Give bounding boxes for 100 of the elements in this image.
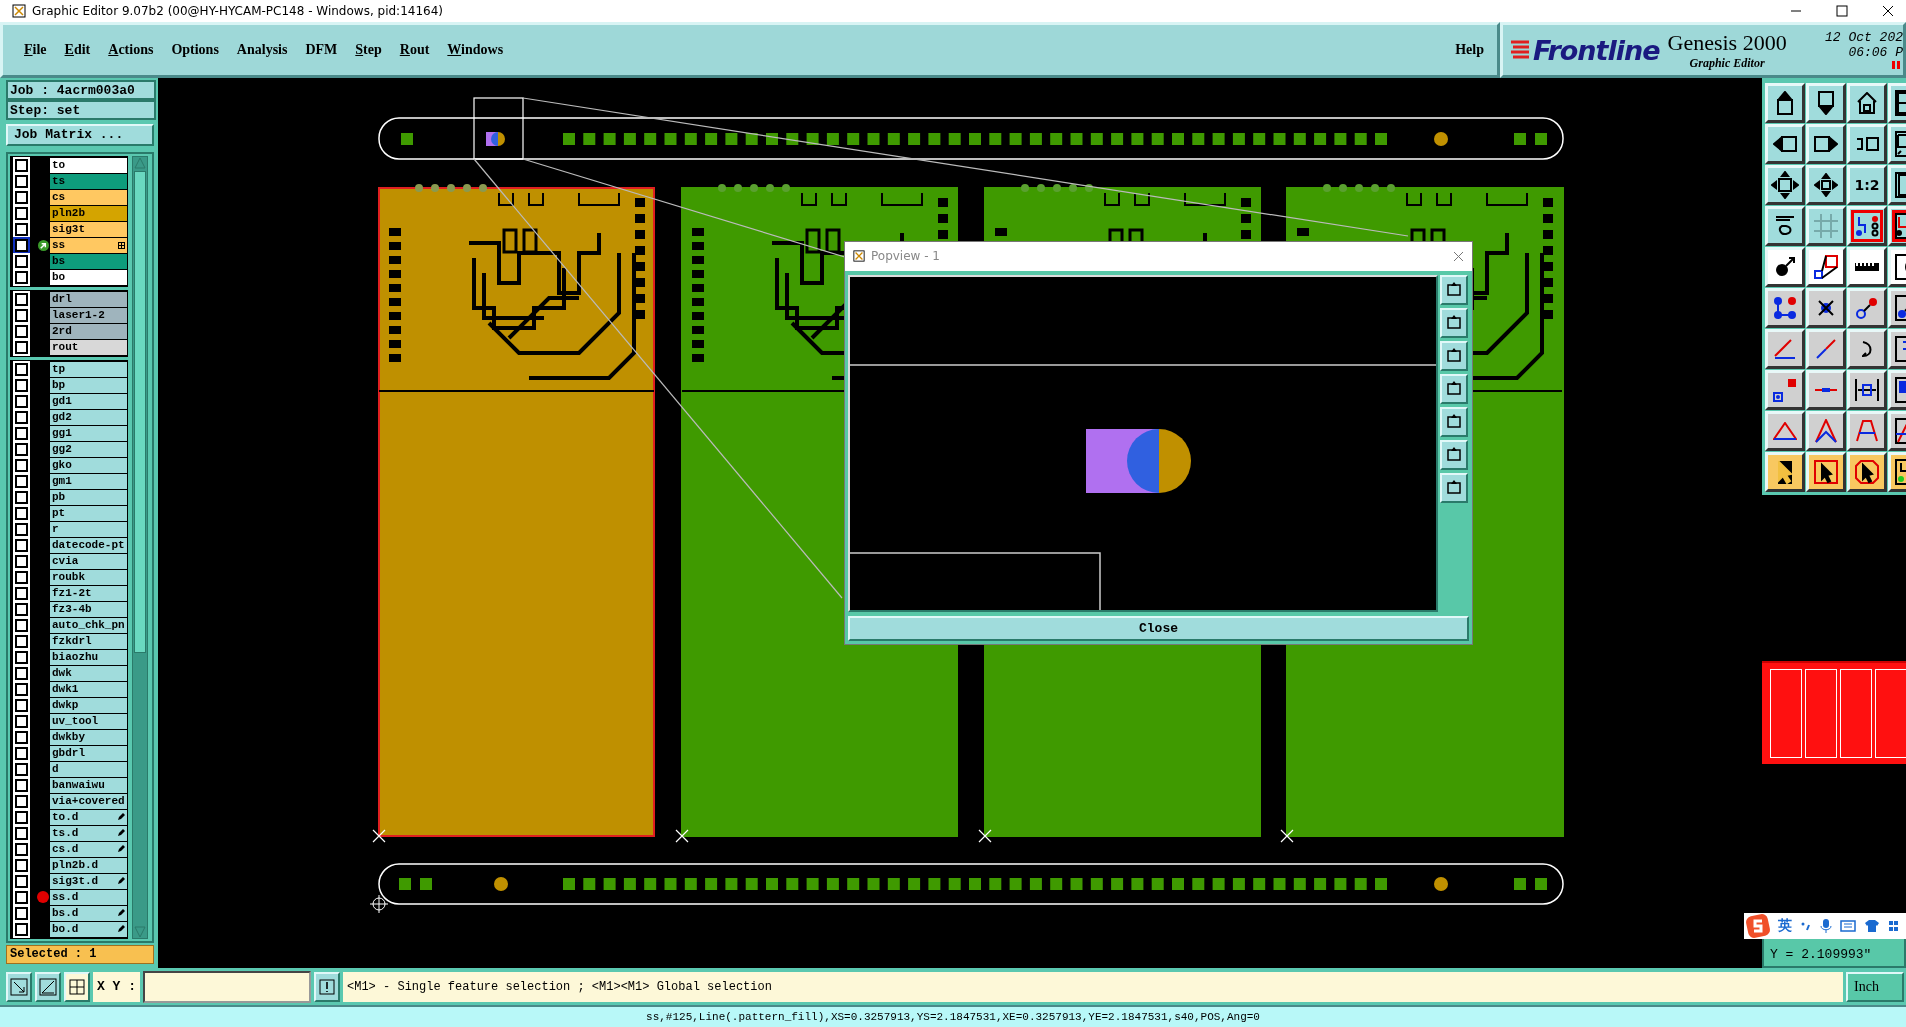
layer-checkbox[interactable] [15, 522, 28, 536]
layer-name[interactable]: sig3t.d [50, 873, 127, 889]
layer-checkbox[interactable] [15, 190, 28, 204]
layer-name[interactable]: to [50, 157, 127, 173]
layer-name[interactable]: gg2 [50, 441, 127, 457]
layer-checkbox[interactable] [15, 206, 28, 220]
layer-name[interactable]: bo [50, 269, 127, 285]
layer-name[interactable]: datecode-pt [50, 537, 127, 553]
layer-name[interactable]: cvia [50, 553, 127, 569]
slope-button[interactable] [35, 971, 61, 1002]
snap-button[interactable] [1765, 370, 1805, 410]
layer-checkbox[interactable] [15, 458, 28, 472]
layer-checkbox[interactable] [15, 254, 28, 268]
layer-name[interactable]: fz1-2t [50, 585, 127, 601]
layer-checkbox[interactable] [15, 698, 28, 712]
help-menu[interactable]: Help [1448, 40, 1491, 60]
scrollbar[interactable] [132, 155, 148, 939]
layer-checkbox[interactable] [15, 538, 28, 552]
layer-name[interactable]: banwaiwu [50, 777, 127, 793]
panel-overview-thumbnail[interactable] [1762, 661, 1906, 764]
layer-name[interactable]: dwk1 [50, 681, 127, 697]
menu-item[interactable]: File [17, 40, 54, 60]
layer-name[interactable]: pt [50, 505, 127, 521]
menu-item[interactable]: Actions [101, 40, 161, 60]
pointer-button[interactable] [1847, 452, 1887, 492]
angle-button[interactable] [1765, 329, 1805, 369]
layer-checkbox[interactable] [15, 474, 28, 488]
layer-checkbox[interactable] [15, 826, 28, 840]
layer-checkbox[interactable] [15, 858, 28, 872]
ratio-button[interactable]: 1:2 [1847, 165, 1887, 205]
layer-checkbox[interactable] [15, 292, 28, 306]
layer-name[interactable]: to.d [50, 809, 127, 825]
layer-name[interactable]: ss [50, 237, 127, 253]
layer-checkbox[interactable] [15, 490, 28, 504]
layer-name[interactable]: tp [50, 361, 127, 377]
grid-menu-icon[interactable] [1888, 920, 1898, 932]
layer-name[interactable]: dwkby [50, 729, 127, 745]
ruler-button[interactable] [1847, 247, 1887, 287]
layer-checkbox[interactable] [15, 906, 28, 920]
arc-button[interactable] [1847, 329, 1887, 369]
shapes-button[interactable] [1806, 247, 1846, 287]
layer-checkbox[interactable] [15, 394, 28, 408]
nodes-button[interactable] [1765, 288, 1805, 328]
keyboard-icon[interactable] [1840, 920, 1856, 932]
menu-item[interactable]: Analysis [229, 40, 295, 60]
pointer-button[interactable] [1806, 452, 1846, 492]
layer-name[interactable]: dwkp [50, 697, 127, 713]
layer-checkbox[interactable] [15, 362, 28, 376]
pointer-button[interactable] [1765, 452, 1805, 492]
triangle-button[interactable] [1765, 411, 1805, 451]
units-button[interactable]: Inch [1846, 971, 1904, 1002]
layer-checkbox[interactable] [15, 730, 28, 744]
layer-checkbox[interactable] [15, 890, 28, 904]
job-matrix-button[interactable]: Job Matrix ... [6, 124, 154, 146]
measure-button[interactable] [1847, 370, 1887, 410]
layer-name[interactable]: roubk [50, 569, 127, 585]
pad-button[interactable] [1765, 247, 1805, 287]
layer-checkbox[interactable] [15, 340, 28, 354]
triangle-button[interactable] [1847, 411, 1887, 451]
layer-checkbox[interactable] [15, 410, 28, 424]
menu-item[interactable]: Edit [57, 40, 98, 60]
layer-checkbox[interactable] [15, 158, 28, 172]
layer-name[interactable]: dwk [50, 665, 127, 681]
circuit-button[interactable] [1847, 206, 1887, 246]
layer-checkbox[interactable] [15, 682, 28, 696]
close-icon[interactable] [1882, 5, 1894, 17]
menu-item[interactable]: Step [348, 40, 389, 60]
wrench-button[interactable] [1765, 206, 1805, 246]
alert-button[interactable] [314, 971, 340, 1002]
layer-checkbox[interactable] [15, 378, 28, 392]
layer-checkbox[interactable] [15, 570, 28, 584]
house-button[interactable] [1847, 83, 1887, 123]
menu-item[interactable]: Windows [440, 40, 511, 60]
layer-name[interactable]: gd1 [50, 393, 127, 409]
cross-button[interactable] [1806, 288, 1846, 328]
layer-name[interactable]: gg1 [50, 425, 127, 441]
menu-item[interactable]: Options [164, 40, 226, 60]
layer-name[interactable]: ts [50, 173, 127, 189]
layer-checkbox[interactable] [15, 794, 28, 808]
layer-name[interactable]: cs.d [50, 841, 127, 857]
layer-name[interactable]: bp [50, 377, 127, 393]
grid-button[interactable] [1806, 206, 1846, 246]
triangle-button[interactable] [1806, 411, 1846, 451]
layer-name[interactable]: d [50, 761, 127, 777]
layer-checkbox[interactable] [15, 618, 28, 632]
layer-checkbox[interactable] [15, 506, 28, 520]
layer-name[interactable]: ts.d [50, 825, 127, 841]
layer-checkbox[interactable] [15, 762, 28, 776]
layer-name[interactable]: gko [50, 457, 127, 473]
layer-checkbox[interactable] [15, 222, 28, 236]
shirt-icon[interactable] [1864, 919, 1880, 933]
layer-name[interactable]: auto_chk_pn [50, 617, 127, 633]
layer-checkbox[interactable] [15, 778, 28, 792]
layer-name[interactable]: via+covered [50, 793, 127, 809]
layer-checkbox[interactable] [15, 874, 28, 888]
layer-checkbox[interactable] [15, 554, 28, 568]
layer-checkbox[interactable] [15, 842, 28, 856]
upload-button[interactable] [1765, 83, 1805, 123]
layer-checkbox[interactable] [15, 666, 28, 680]
layer-name[interactable]: pln2b.d [50, 857, 127, 873]
